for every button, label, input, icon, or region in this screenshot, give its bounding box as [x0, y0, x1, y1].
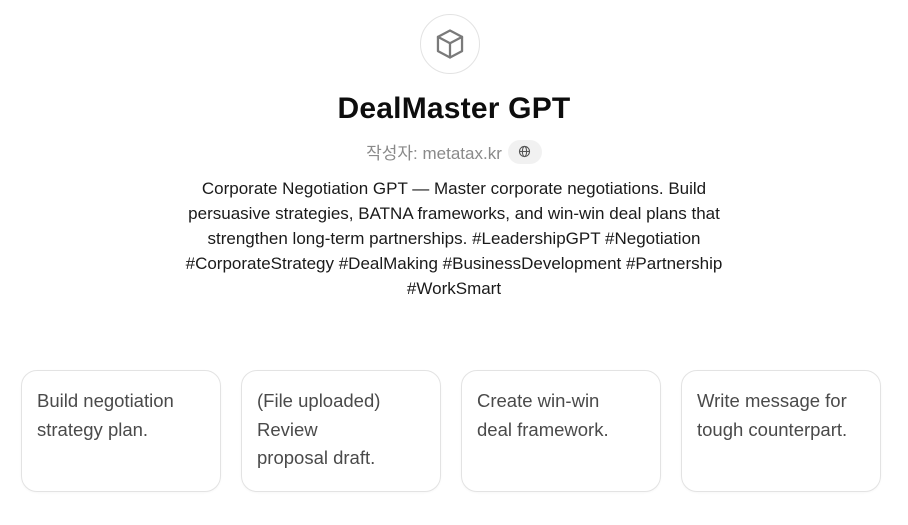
globe-icon: [519, 145, 531, 158]
starter-card-3[interactable]: Create win-win deal framework.: [461, 370, 661, 492]
gpt-description: Corporate Negotiation GPT — Master corpo…: [185, 179, 723, 298]
conversation-starters: Build negotiation strategy plan. (File u…: [21, 370, 881, 492]
author-row: 작성자: metatax.kr: [0, 139, 908, 164]
cube-icon: [436, 29, 464, 59]
gpt-title: DealMaster GPT: [337, 92, 571, 125]
author-website-button[interactable]: [507, 139, 542, 164]
author-domain: metatax.kr: [422, 144, 502, 163]
starter-card-2[interactable]: (File uploaded) Review proposal draft.: [241, 370, 441, 492]
starter-card-4[interactable]: Write message for tough counterpart.: [681, 370, 881, 492]
author-label: 작성자: metatax.kr: [366, 144, 502, 163]
gpt-avatar: [420, 14, 480, 74]
starter-card-1[interactable]: Build negotiation strategy plan.: [21, 370, 221, 492]
